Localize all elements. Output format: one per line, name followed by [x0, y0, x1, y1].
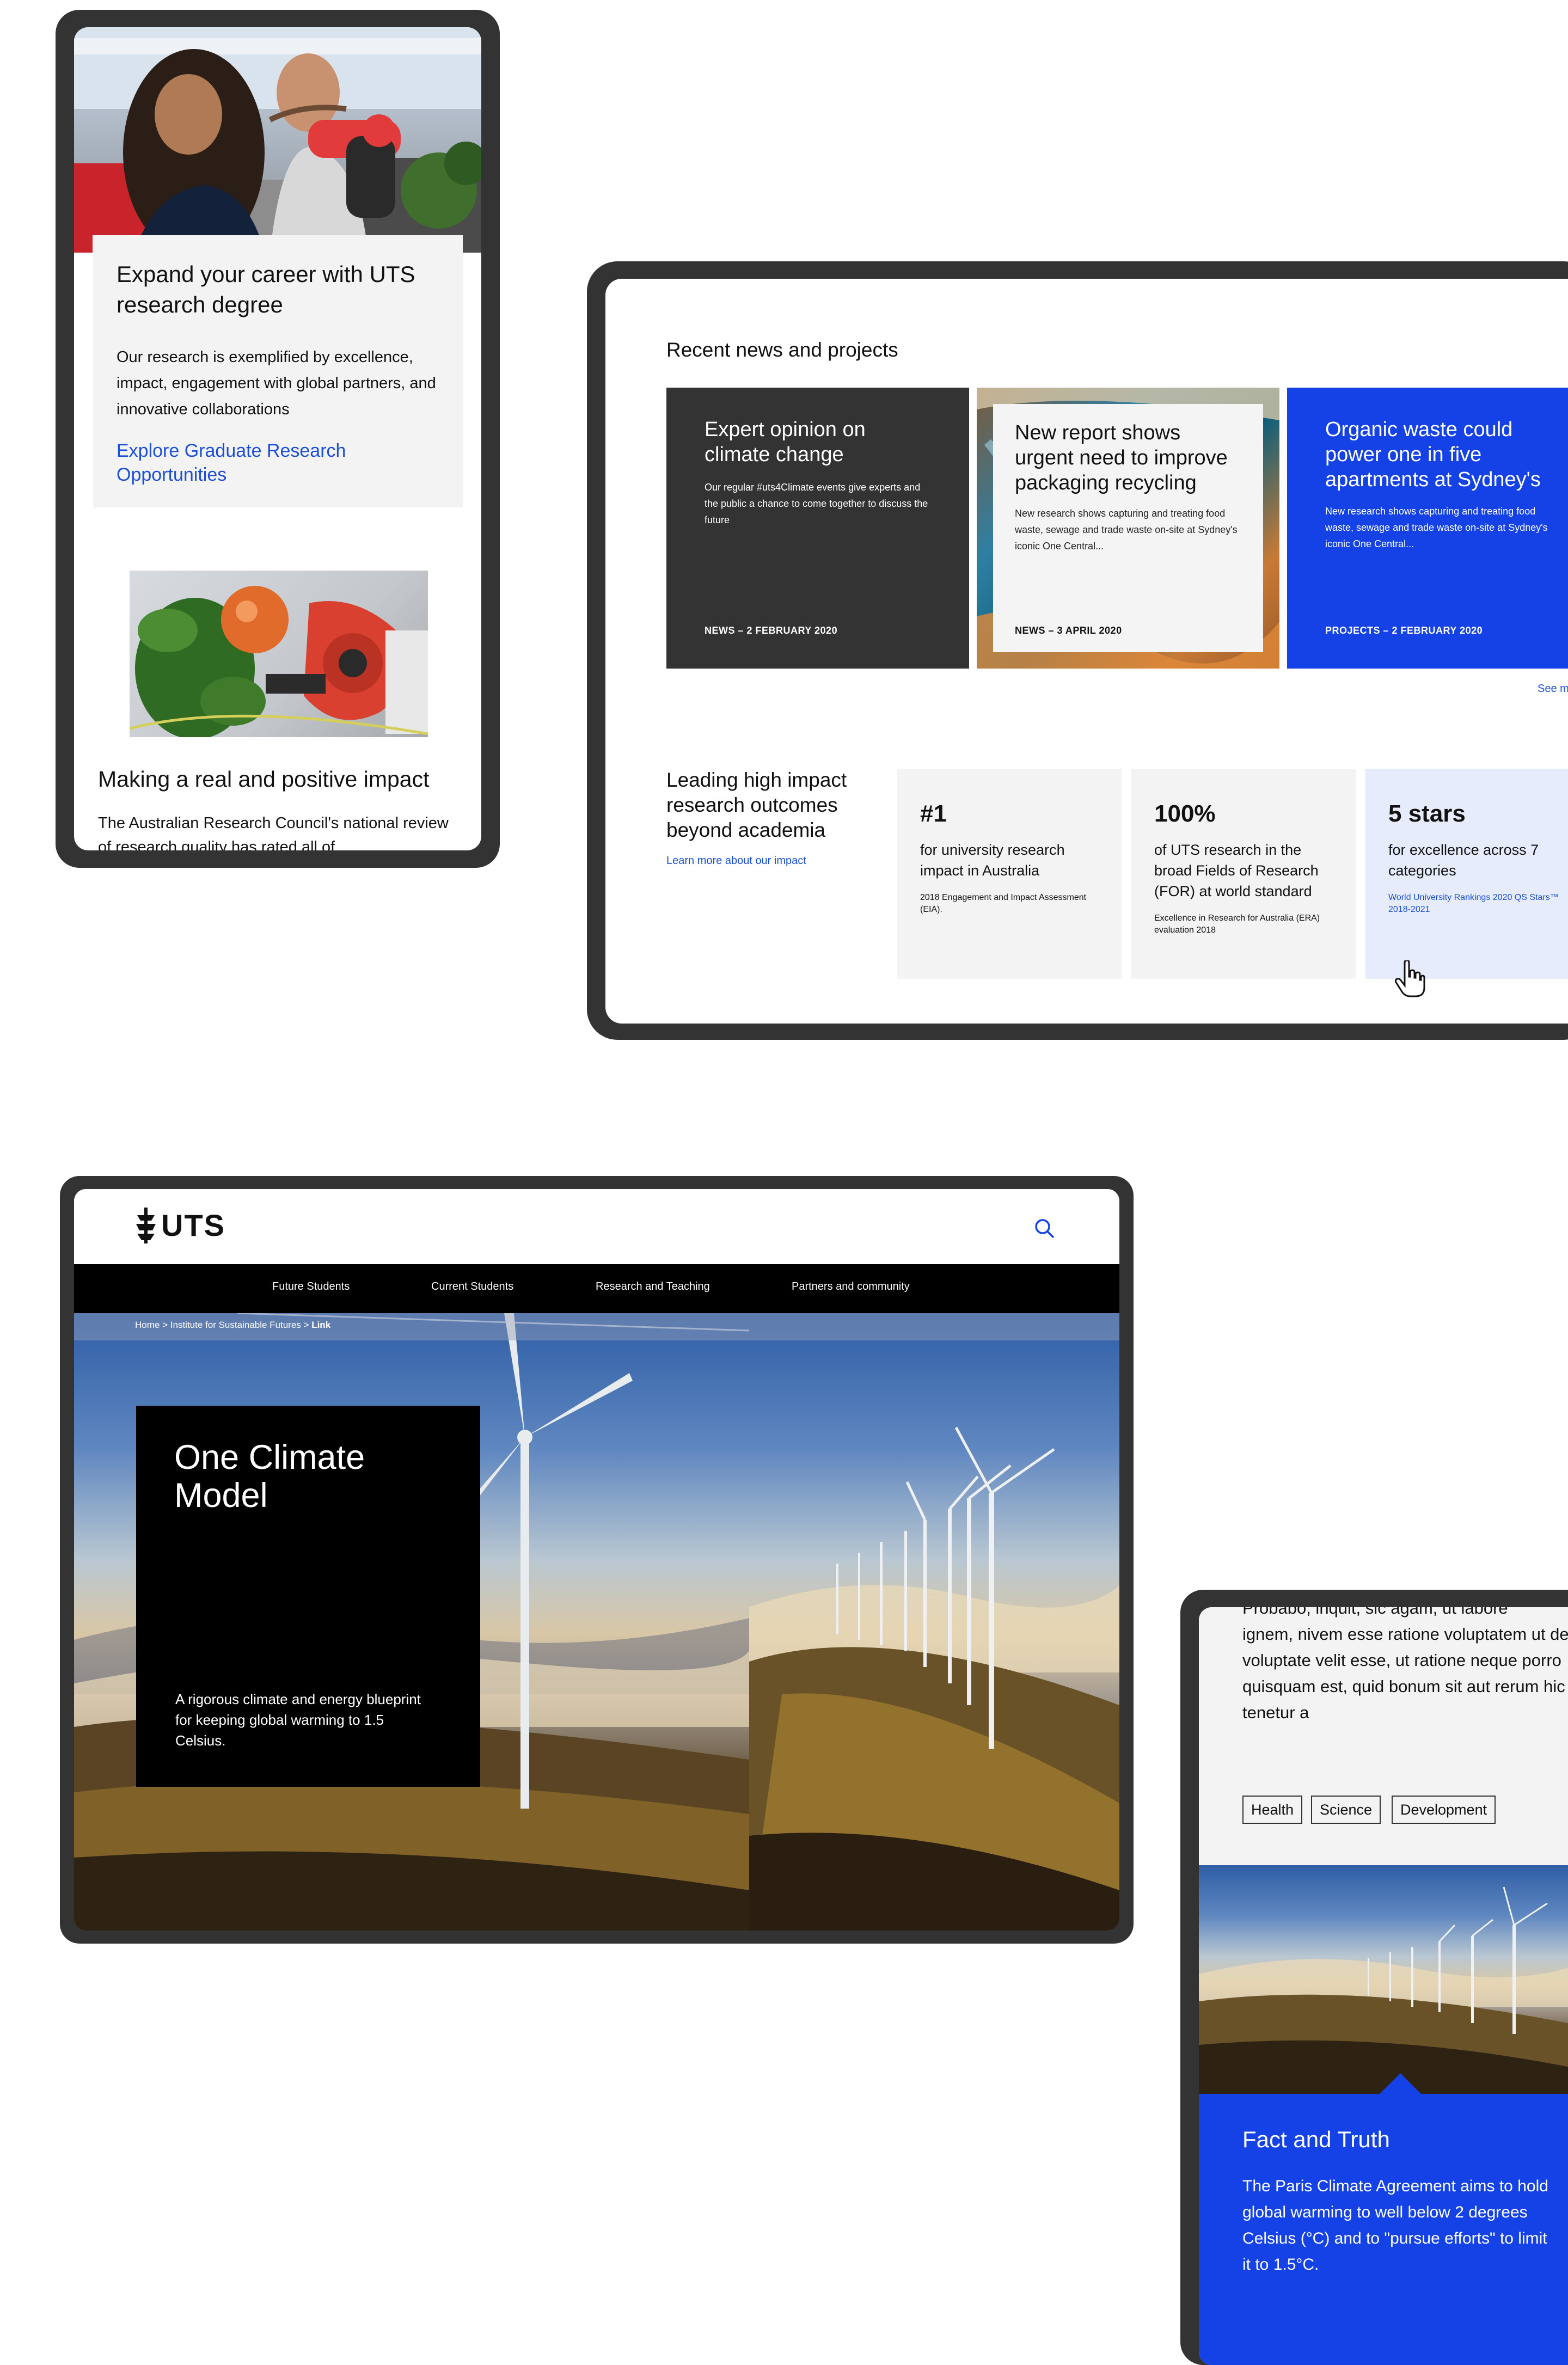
news-card-desc: New research shows capturing and treatin… — [1325, 506, 1548, 549]
mobile-device-fact: Probabo, inquit, sic agam, ut labore ign… — [1180, 1590, 1568, 2365]
stat-desc: for university research impact in Austra… — [920, 842, 1065, 879]
breadcrumb-section[interactable]: Institute for Sustainable Futures — [170, 1320, 301, 1330]
news-card-title: Expert opinion on climate change — [705, 418, 866, 466]
stat-card-five-stars[interactable]: 5 stars for excellence across 7 categori… — [1365, 769, 1568, 979]
news-card-meta: NEWS – 2 FEBRUARY 2020 — [705, 625, 838, 636]
stat-value: #1 — [920, 800, 947, 827]
impact-section-title: Leading high impact research outcomes be… — [666, 769, 847, 841]
wind-farm-landscape — [749, 1426, 1119, 1931]
hand-cursor-icon — [1395, 960, 1425, 997]
fact-title: Fact and Truth — [1242, 2127, 1390, 2152]
breadcrumb-sep: > — [303, 1320, 309, 1330]
desktop-screen-climate: UTS Future Students Current Students Res… — [74, 1189, 1119, 1931]
site-header: UTS — [74, 1189, 1119, 1264]
stat-card-research-impact: #1 for university research impact in Aus… — [897, 769, 1122, 979]
hero-title: One Climate Model — [174, 1438, 365, 1515]
graduate-research-link[interactable]: Explore Graduate Research Opportunities — [117, 439, 421, 487]
research-degree-title: Expand your career with UTS research deg… — [117, 261, 415, 317]
lab-illustration — [74, 27, 481, 253]
stat-value: 100% — [1154, 800, 1216, 827]
news-card-desc: Our regular #uts4Climate events give exp… — [705, 482, 928, 525]
mobile-screen-fact: Probabo, inquit, sic agam, ut labore ign… — [1199, 1607, 1568, 2365]
uts-logo-icon[interactable] — [135, 1208, 157, 1243]
tablet-device-news: Recent news and projects Expert opinion … — [587, 261, 1568, 1040]
wind-farm-photo — [1199, 1865, 1568, 2094]
news-card-climate-opinion[interactable]: Expert opinion on climate change Our reg… — [666, 388, 969, 669]
search-icon[interactable] — [1033, 1217, 1055, 1239]
plant-robot-photo — [130, 571, 428, 737]
plant-robot-illustration — [130, 586, 428, 737]
nav-future-students[interactable]: Future Students — [272, 1280, 350, 1293]
news-card-meta: PROJECTS – 2 FEBRUARY 2020 — [1325, 625, 1483, 636]
article-text-area: Probabo, inquit, sic agam, ut labore ign… — [1199, 1607, 1568, 1865]
see-more-link[interactable]: See m — [1538, 683, 1568, 695]
stat-source-link[interactable]: World University Rankings 2020 QS Stars™… — [1388, 892, 1568, 916]
tag-development[interactable]: Development — [1392, 1796, 1496, 1824]
breadcrumb-sep: > — [162, 1320, 168, 1330]
hero-panel: One Climate Model A rigorous climate and… — [136, 1406, 480, 1787]
news-card-title: Organic waste could power one in five ap… — [1325, 418, 1541, 491]
news-section-title: Recent news and projects — [666, 339, 898, 361]
research-degree-card: Expand your career with UTS research deg… — [93, 235, 463, 507]
stat-source: Excellence in Research for Australia (ER… — [1154, 914, 1320, 935]
wind-farm-small-illustration — [1199, 1886, 1568, 2094]
nav-partners-community[interactable]: Partners and community — [792, 1280, 910, 1293]
nav-current-students[interactable]: Current Students — [431, 1280, 513, 1293]
tablet-screen-news: Recent news and projects Expert opinion … — [605, 279, 1568, 1024]
learn-more-impact-link[interactable]: Learn more about our impact — [666, 855, 806, 867]
tag-science[interactable]: Science — [1311, 1796, 1381, 1824]
stat-value: 5 stars — [1388, 800, 1466, 827]
stat-desc: for excellence across 7 categories — [1388, 842, 1539, 879]
impact-body: The Australian Research Council's nation… — [98, 814, 449, 850]
news-card-organic-waste[interactable]: Organic waste could power one in five ap… — [1287, 388, 1568, 669]
mobile-screen-research: Expand your career with UTS research deg… — [74, 27, 481, 850]
article-text: ignem, nivem esse ratione voluptatem ut … — [1242, 1625, 1568, 1722]
news-card-meta: NEWS – 3 APRIL 2020 — [1015, 625, 1122, 636]
stat-card-world-standard: 100% of UTS research in the broad Fields… — [1131, 769, 1356, 979]
fact-panel: Fact and Truth The Paris Climate Agreeme… — [1199, 2073, 1568, 2365]
fact-body: The Paris Climate Agreement aims to hold… — [1242, 2177, 1548, 2274]
research-lab-photo — [74, 27, 481, 253]
breadcrumb-current: Link — [311, 1320, 331, 1330]
tag-health[interactable]: Health — [1242, 1796, 1303, 1824]
impact-title: Making a real and positive impact — [98, 767, 430, 792]
article-text-cut: Probabo, inquit, sic agam, ut labore — [1242, 1607, 1508, 1617]
research-degree-body: Our research is exemplified by excellenc… — [117, 348, 436, 418]
hero-wind-farm-image — [749, 1313, 1119, 1931]
uts-logo-text[interactable]: UTS — [161, 1208, 225, 1243]
nav-research-teaching[interactable]: Research and Teaching — [596, 1280, 710, 1293]
news-card-desc: New research shows capturing and treatin… — [1015, 508, 1238, 552]
desktop-device-climate: UTS Future Students Current Students Res… — [60, 1176, 1134, 1944]
hero-description: A rigorous climate and energy blueprint … — [175, 1691, 421, 1749]
breadcrumb-home[interactable]: Home — [135, 1320, 160, 1330]
stat-desc: of UTS research in the broad Fields of R… — [1154, 842, 1319, 899]
news-card-title: New report shows urgent need to improve … — [1015, 421, 1228, 494]
panel-pointer — [1379, 2073, 1422, 2095]
mobile-device-research: Expand your career with UTS research deg… — [56, 10, 500, 868]
breadcrumb-trail: Home > Institute for Sustainable Futures… — [135, 1320, 330, 1331]
news-card-packaging-recycling[interactable]: New report shows urgent need to improve … — [977, 388, 1279, 669]
stat-source: 2018 Engagement and Impact Assessment (E… — [920, 893, 1087, 914]
